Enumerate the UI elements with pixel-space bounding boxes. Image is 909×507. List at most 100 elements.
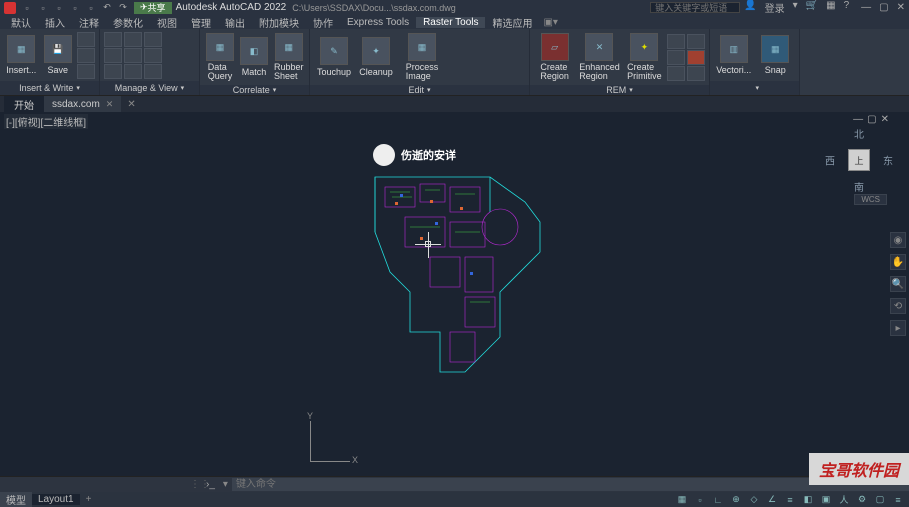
minimize-icon[interactable]: — xyxy=(861,2,871,13)
tab-collaborate[interactable]: 协作 xyxy=(306,15,340,30)
open-icon[interactable]: ▫ xyxy=(36,2,50,14)
small-btn-9[interactable] xyxy=(124,64,142,79)
document-path: C:\Users\SSDAX\Docu...\ssdax.com.dwg xyxy=(292,3,646,13)
viewcube-east[interactable]: 东 xyxy=(883,153,893,168)
viewport-max-icon[interactable]: ▢ xyxy=(867,114,876,125)
save-button[interactable]: 💾Save xyxy=(41,33,76,77)
match-icon: ◧ xyxy=(240,37,268,65)
panel-label[interactable]: Insert & Write xyxy=(0,81,99,95)
undo-icon[interactable]: ↶ xyxy=(100,2,114,14)
print-icon[interactable]: ▫ xyxy=(84,2,98,14)
tab-featured[interactable]: 精选应用 xyxy=(485,15,539,30)
tab-view[interactable]: 视图 xyxy=(150,15,184,30)
small-btn-5[interactable] xyxy=(104,48,122,63)
start-tab[interactable]: 开始 xyxy=(4,96,44,112)
tab-manage[interactable]: 管理 xyxy=(184,15,218,30)
small-btn-11[interactable] xyxy=(144,48,162,63)
small-rem-5[interactable] xyxy=(687,50,705,65)
nav-orbit-icon[interactable]: ⟲ xyxy=(890,298,906,314)
maximize-icon[interactable]: ▢ xyxy=(879,2,888,13)
navigation-bar: ◉ ✋ 🔍 ⟲ ▸ xyxy=(889,232,907,336)
small-rem-2[interactable] xyxy=(667,50,685,65)
help-icon[interactable]: ? xyxy=(844,0,850,15)
viewport-close-icon[interactable]: ✕ xyxy=(881,114,889,125)
cmdline-recent-icon[interactable]: ▾ xyxy=(223,479,228,490)
viewcube[interactable]: 上 北 南 东 西 xyxy=(829,130,889,190)
viewcube-south[interactable]: 南 xyxy=(854,179,864,194)
user-icon[interactable]: 👤 xyxy=(744,0,756,15)
wcs-label[interactable]: WCS xyxy=(854,194,887,205)
small-rem-4[interactable] xyxy=(687,34,705,49)
panel-correlate: ▦Data Query ◧Match ▦Rubber Sheet Correla… xyxy=(200,29,310,95)
match-button[interactable]: ◧Match xyxy=(238,35,270,79)
small-btn-10[interactable] xyxy=(144,32,162,47)
saveas-icon[interactable]: ▫ xyxy=(68,2,82,14)
cleanup-button[interactable]: ✦Cleanup xyxy=(356,35,396,79)
redo-icon[interactable]: ↷ xyxy=(116,2,130,14)
enhanced-region-button[interactable]: ✕Enhanced Region xyxy=(577,31,622,83)
watermark-overlay: 伤逝的安详 xyxy=(373,144,456,166)
viewport-min-icon[interactable]: — xyxy=(853,114,863,125)
small-btn-2[interactable] xyxy=(77,48,95,63)
tab-express[interactable]: Express Tools xyxy=(340,17,416,28)
panel-manage-view: Manage & View xyxy=(100,29,200,95)
tab-insert[interactable]: 插入 xyxy=(38,15,72,30)
process-icon: ▦ xyxy=(408,33,436,61)
cleanup-icon: ✦ xyxy=(362,37,390,65)
small-btn-4[interactable] xyxy=(104,32,122,47)
dropdown-icon[interactable]: ▾ xyxy=(793,0,798,15)
tab-overflow-icon[interactable]: ▣▾ xyxy=(539,17,561,28)
new-tab-icon[interactable]: ✕ xyxy=(121,99,141,110)
document-tab[interactable]: ssdax.com✕ xyxy=(44,96,121,112)
data-query-button[interactable]: ▦Data Query xyxy=(204,31,236,83)
process-image-button[interactable]: ▦Process Image xyxy=(398,31,446,83)
document-tabs: 开始 ssdax.com✕ ✕ xyxy=(0,96,909,112)
tab-close-icon[interactable]: ✕ xyxy=(106,99,114,110)
viewcube-west[interactable]: 西 xyxy=(825,153,835,168)
cmdline-grip-icon[interactable]: ⋮⋮ xyxy=(190,479,202,490)
rubber-sheet-button[interactable]: ▦Rubber Sheet xyxy=(272,31,306,83)
search-input[interactable] xyxy=(650,2,740,13)
tab-parametric[interactable]: 参数化 xyxy=(106,15,150,30)
create-region-button[interactable]: ▱Create Region xyxy=(534,31,575,83)
command-input[interactable] xyxy=(232,478,909,491)
small-btn-6[interactable] xyxy=(104,64,122,79)
small-btn-8[interactable] xyxy=(124,48,142,63)
tab-raster[interactable]: Raster Tools xyxy=(416,17,485,28)
small-rem-3[interactable] xyxy=(667,66,685,81)
cart-icon[interactable]: 🛒 xyxy=(806,0,818,15)
insert-button[interactable]: ▦Insert... xyxy=(4,33,39,77)
create-primitive-button[interactable]: ✦Create Primitive xyxy=(624,31,665,83)
small-rem-1[interactable] xyxy=(667,34,685,49)
share-button[interactable]: ✈ 共享 xyxy=(134,2,172,14)
nav-wheel-icon[interactable]: ◉ xyxy=(890,232,906,248)
primitive-icon: ✦ xyxy=(630,33,658,61)
small-btn-1[interactable] xyxy=(77,32,95,47)
close-icon[interactable]: ✕ xyxy=(897,2,905,13)
quick-access-toolbar: ▫ ▫ ▫ ▫ ▫ ↶ ↷ xyxy=(20,2,130,14)
touchup-button[interactable]: ✎Touchup xyxy=(314,35,354,79)
app-switcher-icon[interactable]: ▦ xyxy=(826,0,835,15)
tab-addins[interactable]: 附加模块 xyxy=(252,15,306,30)
tab-annotate[interactable]: 注释 xyxy=(72,15,106,30)
small-btn-12[interactable] xyxy=(144,64,162,79)
small-btn-3[interactable] xyxy=(77,64,95,79)
tab-output[interactable]: 输出 xyxy=(218,15,252,30)
small-btn-7[interactable] xyxy=(124,32,142,47)
login-label[interactable]: 登录 xyxy=(765,0,785,15)
nav-showmotion-icon[interactable]: ▸ xyxy=(890,320,906,336)
small-rem-6[interactable] xyxy=(687,66,705,81)
snap-button[interactable]: ▦Snap xyxy=(756,33,796,77)
vectorize-button[interactable]: ▥Vectori... xyxy=(714,33,754,77)
nav-zoom-icon[interactable]: 🔍 xyxy=(890,276,906,292)
nav-pan-icon[interactable]: ✋ xyxy=(890,254,906,270)
app-logo[interactable] xyxy=(4,2,16,14)
insert-icon: ▦ xyxy=(7,35,35,63)
new-icon[interactable]: ▫ xyxy=(20,2,34,14)
viewcube-north[interactable]: 北 xyxy=(854,126,864,141)
tab-default[interactable]: 默认 xyxy=(4,15,38,30)
save-icon[interactable]: ▫ xyxy=(52,2,66,14)
view-label[interactable]: [-][俯视][二维线框] xyxy=(4,114,88,129)
viewcube-top[interactable]: 上 xyxy=(848,149,870,171)
drawing-area[interactable]: [-][俯视][二维线框] — ▢ ✕ 伤逝的安详 xyxy=(0,112,909,476)
